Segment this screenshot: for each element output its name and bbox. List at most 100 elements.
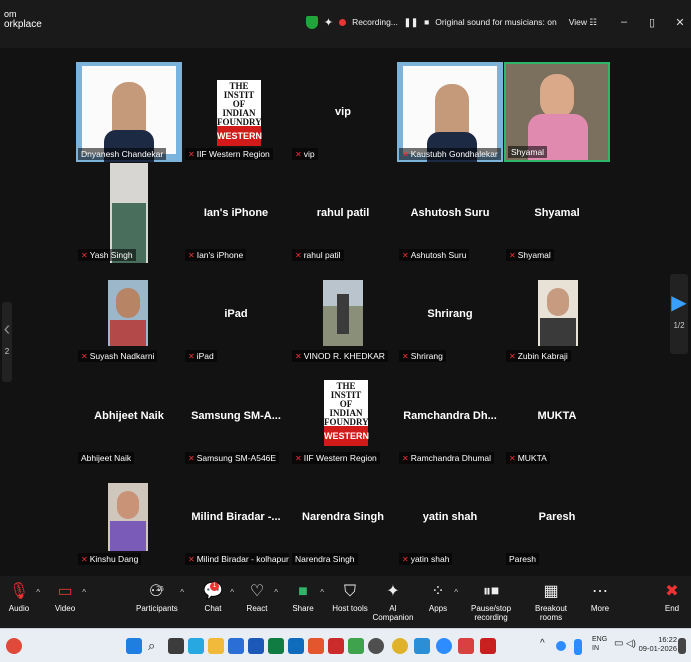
participants-button[interactable]: ⚇ 26 Participants ^ [136,582,184,613]
participant-tile-ians-iphone[interactable]: Ian's iPhone ✕ Ian's iPhone [183,163,289,263]
original-sound-status[interactable]: Original sound for musicians: on [435,17,556,27]
participant-tile-shrirang[interactable]: Shrirang ✕ Shrirang [397,264,503,364]
participant-tile-shyamal-speaking[interactable]: Shyamal [504,62,610,162]
app-icon-2[interactable] [228,638,244,654]
participant-tile-samsung[interactable]: Samsung SM-A... ✕ Samsung SM-A546E [183,366,289,466]
more-icon: ⋯ [592,583,608,600]
share-button[interactable]: ■ Share ^ [290,582,324,613]
chevron-up-icon[interactable]: ^ [540,638,556,654]
next-page-label: 1/2 [673,321,685,330]
more-button[interactable]: ⋯ More [588,582,612,613]
participant-tile-ipad[interactable]: iPad ✕ iPad [183,264,289,364]
sparkle-icon[interactable]: ✦ [324,16,333,29]
participant-tile-yatin[interactable]: yatin shah ✕ yatin shah [397,467,503,567]
chat-button[interactable]: 💬 1 Chat ^ [200,582,234,613]
app-icon-1[interactable] [188,638,204,654]
audio-button[interactable]: 🎙 Audio ^ [6,582,40,613]
notification-icon[interactable] [678,638,686,654]
chevron-up-icon[interactable]: ^ [230,588,234,597]
next-page-button[interactable]: ▶ 1/2 [670,274,688,354]
participant-tile-iif-1[interactable]: THE INSTIT OF INDIAN FOUNDRYI WESTERN ✕ IIF… [183,62,289,162]
app-icon-4[interactable] [268,638,284,654]
clock[interactable]: 16:22 09-01-2026 [639,635,677,653]
mic-muted-icon: ✕ [295,150,302,159]
app-icon-7[interactable] [328,638,344,654]
end-meeting-button[interactable]: ✖ End [660,582,684,613]
apps-button[interactable]: ⁘ Apps ^ [426,582,458,613]
app-icon-3[interactable] [248,638,264,654]
host-tools-button[interactable]: ⛉ Host tools [332,582,368,613]
pdf-icon[interactable] [480,638,496,654]
participant-tile-mukta[interactable]: MUKTA ✕ MUKTA [504,366,610,466]
widgets-icon[interactable] [6,638,22,654]
participant-tile-kaustubh[interactable]: ✕ Kaustubh Gondhalekar [397,62,503,162]
ai-companion-label: AI Companion [372,604,414,622]
chevron-up-icon[interactable]: ^ [320,588,324,597]
chevron-up-icon[interactable]: ^ [36,588,40,597]
breakout-rooms-button[interactable]: ▦ Breakout rooms [528,582,574,622]
language-indicator[interactable]: ENG IN [592,635,607,653]
ai-companion-button[interactable]: ✦ AI Companion [372,582,414,622]
chrome-icon[interactable] [392,638,408,654]
participant-tile-ashutosh[interactable]: Ashutosh Suru ✕ Ashutosh Suru [397,163,503,263]
network-icon[interactable] [556,641,566,651]
task-view-icon[interactable] [168,638,184,654]
app-icon-5[interactable] [288,638,304,654]
video-button[interactable]: ▭ Video ^ [52,582,86,613]
share-label: Share [292,604,314,613]
participant-tile-rahul[interactable]: rahul patil ✕ rahul patil [290,163,396,263]
app-title-line1: om [4,9,17,19]
participant-tile-dnyanesh[interactable]: Dnyanesh Chandekar [76,62,182,162]
recording-status[interactable]: Recording... [352,17,398,27]
maximize-button[interactable]: ▯ [641,16,663,29]
pause-stop-recording-button[interactable]: ⏸⏹ Pause/stop recording [460,582,522,622]
language-bottom: IN [592,645,599,652]
security-shield-icon[interactable] [305,15,318,29]
file-explorer-icon[interactable] [208,638,224,654]
stop-recording-icon[interactable]: ■ [424,17,429,27]
chevron-up-icon[interactable]: ^ [82,588,86,597]
participant-tile-abhijeet[interactable]: Abhijeet Naik Abhijeet Naik [76,366,182,466]
video-gallery: ‹ 2 ▶ 1/2 Dnyanesh Chandekar THE INSTIT O… [0,48,691,576]
participant-tile-narendra[interactable]: Narendra Singh Narendra Singh [290,467,396,567]
close-window-button[interactable]: ✕ [669,16,691,29]
participant-tile-zubin[interactable]: ✕ Zubin Kabraji [504,264,610,364]
pause-recording-icon[interactable]: ❚❚ [404,17,418,28]
zoom-icon[interactable] [436,638,452,654]
participant-name-label: ✕ Kaustubh Gondhalekar [399,148,501,160]
participant-tile-yash[interactable]: ✕ Yash Singh [76,163,182,263]
app-icon-6[interactable] [308,638,324,654]
participant-tile-paresh[interactable]: Paresh Paresh [504,467,610,567]
participant-name-label: ✕ IIF Western Region [185,148,273,160]
pause-stop-icon: ⏸⏹ [482,583,499,600]
view-button[interactable]: View ☷ [569,17,597,28]
participant-tile-vinod[interactable]: ✕ VINOD R. KHEDKAR [290,264,396,364]
participant-tile-vip[interactable]: vip ✕ vip [290,62,396,162]
participant-display-name: Ashutosh Suru [410,207,490,219]
microphone-icon[interactable] [574,639,582,655]
language-top: ENG [592,636,608,643]
participant-display-name: Ramchandra Dh... [403,410,497,422]
participant-tile-suyash[interactable]: ✕ Suyash Nadkarni [76,264,182,364]
prev-page-button[interactable]: ‹ 2 [2,302,12,382]
app-icon-8[interactable] [348,638,364,654]
mic-muted-icon: ✕ [81,352,88,361]
app-icon-11[interactable] [458,638,474,654]
app-icon-10[interactable] [414,638,430,654]
participant-tile-milind[interactable]: Milind Biradar -... ✕ Milind Biradar - ko… [183,467,289,567]
participant-name-label: ✕ Kinshu Dang [78,553,142,565]
minimize-button[interactable]: – [613,16,635,28]
react-button[interactable]: ♡ React ^ [244,582,278,613]
participant-tile-kinshu[interactable]: ✕ Kinshu Dang [76,467,182,567]
participant-tile-shyamal[interactable]: Shyamal ✕ Shyamal [504,163,610,263]
chevron-up-icon[interactable]: ^ [274,588,278,597]
app-icon-9[interactable] [368,638,384,654]
participant-name-label: Paresh [506,553,539,565]
chevron-up-icon[interactable]: ^ [180,588,184,597]
participant-display-name: yatin shah [422,511,478,523]
participant-tile-iif-2[interactable]: THE INSTIT OF INDIAN FOUNDRYI WESTERN ✕ IIF… [290,366,396,466]
search-icon[interactable]: ⌕ [148,638,164,654]
participant-tile-ramchandra[interactable]: Ramchandra Dh... ✕ Ramchandra Dhumal [397,366,503,466]
start-icon[interactable] [126,638,142,654]
chevron-up-icon[interactable]: ^ [454,588,458,597]
